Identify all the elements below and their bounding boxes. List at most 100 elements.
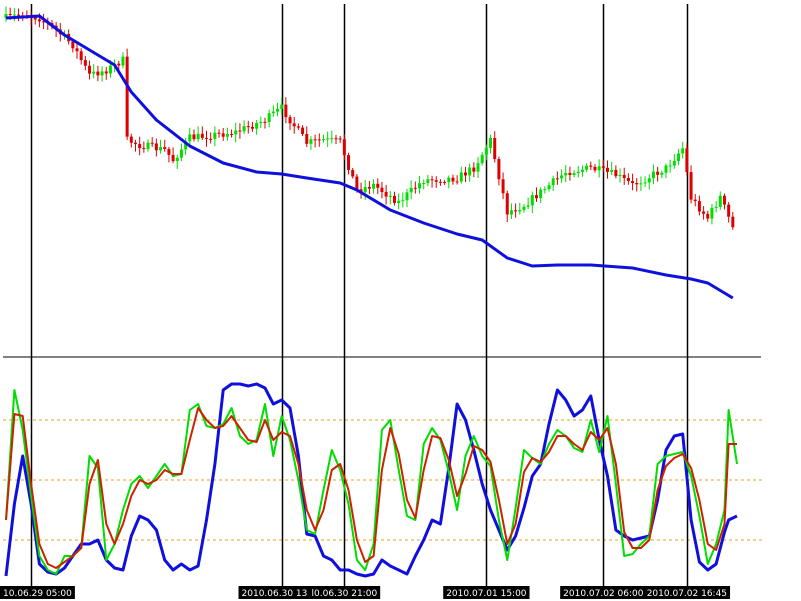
candle-body bbox=[351, 169, 355, 177]
candle-body bbox=[342, 139, 346, 156]
tick-label-0: 10.06.29 05:00 bbox=[0, 586, 75, 599]
candle-body bbox=[597, 166, 601, 171]
candle-body bbox=[568, 172, 572, 176]
candle-body bbox=[334, 138, 338, 140]
candle-body bbox=[635, 183, 639, 185]
candle-body bbox=[250, 126, 254, 129]
candle-body bbox=[463, 172, 467, 176]
tick-label-3: 2010.07.01 15:00 bbox=[443, 586, 530, 599]
candle-body bbox=[234, 130, 238, 135]
candle-body bbox=[133, 142, 137, 145]
candle-body bbox=[489, 138, 493, 148]
candle-body bbox=[192, 134, 196, 140]
candle-body bbox=[622, 174, 626, 178]
candle-body bbox=[209, 138, 213, 140]
candle-body bbox=[518, 210, 522, 212]
candle-body bbox=[693, 199, 697, 202]
candle-body bbox=[267, 113, 271, 123]
candle-body bbox=[367, 186, 371, 189]
candle-body bbox=[722, 195, 726, 205]
candle-body bbox=[643, 182, 647, 184]
candle-body bbox=[321, 139, 325, 141]
candle-body bbox=[430, 179, 434, 181]
candle-body bbox=[146, 142, 150, 150]
candle-body bbox=[125, 56, 129, 137]
candle-body bbox=[681, 148, 685, 154]
candle-body bbox=[129, 136, 133, 143]
candle-body bbox=[401, 200, 405, 202]
candle-body bbox=[175, 157, 179, 162]
tick-label-5: 2010.07.02 16:45 bbox=[643, 586, 731, 599]
candle-body bbox=[589, 165, 593, 167]
candle-body bbox=[238, 130, 242, 132]
candle-body bbox=[660, 172, 664, 175]
candle-body bbox=[677, 153, 681, 161]
candle-body bbox=[451, 177, 455, 182]
candle-body bbox=[697, 201, 701, 212]
candle-body bbox=[163, 147, 167, 149]
candle-body bbox=[706, 213, 710, 219]
candle-body bbox=[418, 183, 422, 189]
candle-body bbox=[434, 180, 438, 182]
candle-body bbox=[363, 186, 367, 193]
candle-body bbox=[88, 65, 92, 74]
candle-body bbox=[225, 134, 229, 137]
candle-body bbox=[12, 14, 16, 16]
candle-body bbox=[585, 165, 589, 170]
candle-body bbox=[317, 139, 321, 141]
candle-body bbox=[8, 14, 12, 16]
candle-body bbox=[501, 179, 505, 194]
candle-body bbox=[647, 178, 651, 183]
candle-body bbox=[710, 207, 714, 219]
candle-body bbox=[543, 189, 547, 191]
candle-body bbox=[689, 172, 693, 200]
candle-body bbox=[221, 133, 225, 137]
candle-body bbox=[284, 104, 288, 118]
candle-body bbox=[108, 65, 112, 74]
candle-body bbox=[142, 148, 146, 150]
candle-body bbox=[159, 147, 163, 151]
tick-label-text: l0.06.30 21:00 bbox=[312, 589, 378, 599]
candle-body bbox=[179, 149, 183, 158]
candle-body bbox=[505, 193, 509, 215]
candle-body bbox=[263, 121, 267, 123]
candle-body bbox=[656, 171, 660, 175]
candle-body bbox=[242, 126, 246, 132]
candle-body bbox=[380, 187, 384, 192]
candle-body bbox=[672, 160, 676, 166]
candle-body bbox=[301, 127, 305, 135]
tick-label-text: 2010.07.01 15:00 bbox=[446, 589, 527, 599]
candle-body bbox=[447, 177, 451, 183]
candle-body bbox=[610, 169, 614, 172]
candle-body bbox=[459, 172, 463, 182]
candle-body bbox=[576, 171, 580, 174]
price-chart: 10.06.29 05:00 2010.06.30 13:00l0.06.30 2… bbox=[0, 0, 801, 601]
tick-label-text: 10.06.29 05:00 bbox=[3, 589, 72, 599]
candle-body bbox=[664, 165, 668, 173]
candle-body bbox=[731, 216, 735, 228]
candle-body bbox=[167, 148, 171, 155]
candle-body bbox=[530, 195, 534, 206]
candle-body bbox=[626, 177, 630, 182]
candle-body bbox=[292, 123, 296, 127]
candle-body bbox=[213, 132, 217, 139]
candle-body bbox=[405, 192, 409, 201]
candle-body bbox=[468, 167, 472, 176]
candle-body bbox=[121, 56, 125, 66]
candle-body bbox=[288, 117, 292, 124]
candle-body bbox=[651, 171, 655, 179]
candle-body bbox=[117, 63, 121, 66]
candle-body bbox=[668, 165, 672, 167]
candle-body bbox=[685, 148, 689, 173]
candle-body bbox=[614, 169, 618, 177]
candle-body bbox=[388, 195, 392, 197]
candle-body bbox=[280, 104, 284, 109]
candle-body bbox=[564, 172, 568, 176]
candle-body bbox=[539, 189, 543, 199]
candle-body bbox=[413, 187, 417, 189]
candle-body bbox=[355, 176, 359, 190]
candle-body bbox=[154, 143, 158, 151]
candle-body bbox=[714, 206, 718, 208]
candle-body bbox=[259, 121, 263, 124]
tick-label-4: 2010.07.02 06:00 bbox=[560, 586, 647, 599]
